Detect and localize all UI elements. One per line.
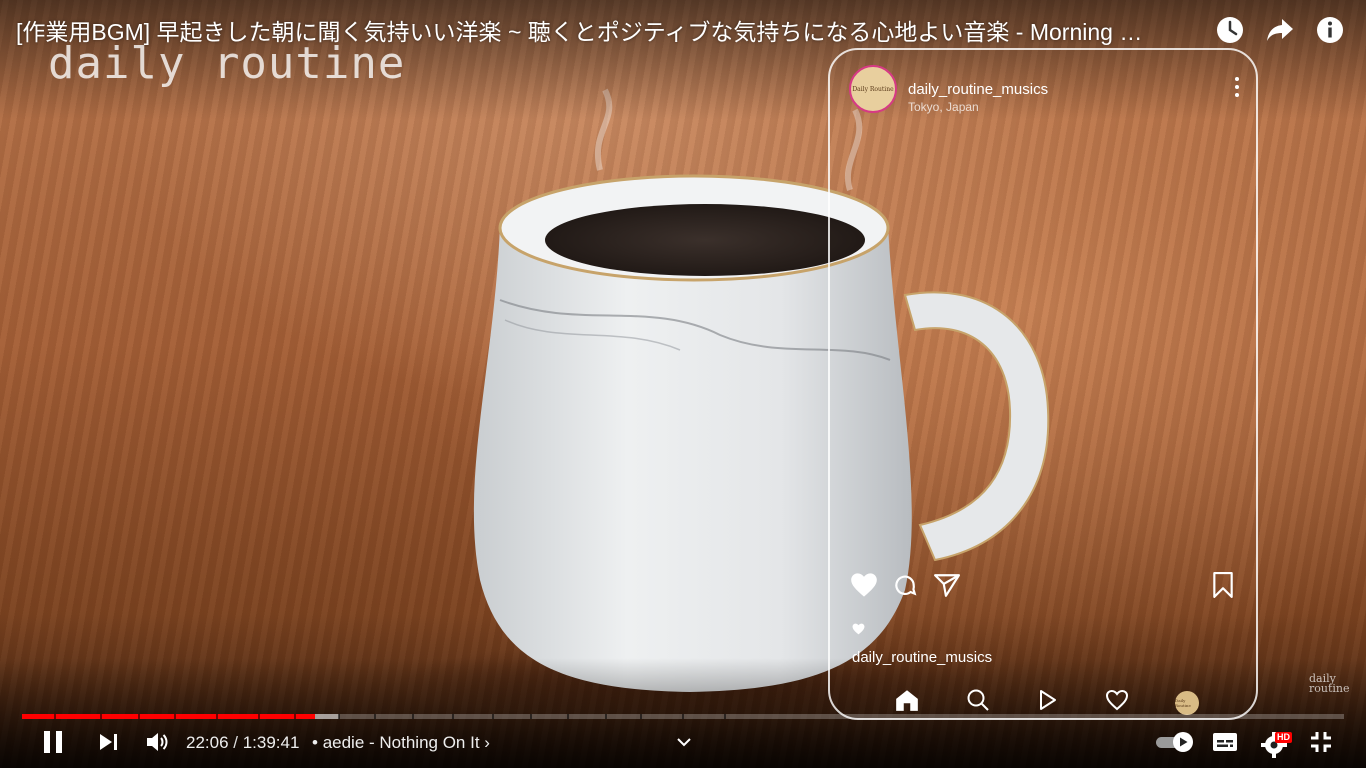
home-icon: [894, 688, 920, 717]
reels-icon: [1037, 688, 1059, 717]
chapter-gap-17: [724, 714, 726, 719]
settings-button[interactable]: HD: [1258, 728, 1292, 760]
current-time: 22:06: [186, 733, 229, 752]
progress-bar[interactable]: [22, 714, 1344, 719]
autoplay-icon: [1155, 731, 1195, 758]
next-button[interactable]: [92, 728, 126, 760]
instagram-caption-username: daily_routine_musics: [852, 649, 993, 666]
chapter-gap-13: [567, 714, 569, 719]
duration: 1:39:41: [242, 733, 300, 752]
corner-channel-logo: daily routine: [1309, 673, 1350, 695]
share-button[interactable]: [1262, 14, 1298, 50]
video-frame[interactable]: daily routine Daily Routine daily_routin…: [0, 0, 1366, 768]
exit-fullscreen-button[interactable]: [1304, 728, 1338, 760]
instagram-bottom-nav: Daily Routine: [894, 688, 1199, 717]
chapter-gap-16: [682, 714, 684, 719]
watch-later-icon: [1215, 15, 1245, 50]
chapter-gap-6: [294, 714, 296, 719]
volume-icon: [145, 731, 169, 758]
instagram-avatar: Daily Routine: [849, 65, 897, 113]
chapter-markers: [54, 714, 726, 719]
chapter-gap-0: [54, 714, 56, 719]
hd-badge: HD: [1275, 732, 1292, 743]
profile-avatar: Daily Routine: [1175, 690, 1199, 715]
mute-button[interactable]: [140, 728, 174, 760]
heart-icon: [850, 572, 878, 603]
chapter-gap-2: [138, 714, 140, 719]
video-title[interactable]: [作業用BGM] 早起きした朝に聞く気持いい洋楽 ~ 聴くとポジティブな気持ちに…: [16, 17, 1201, 47]
pause-button[interactable]: [36, 728, 70, 760]
bookmark-icon: [1212, 572, 1234, 603]
gear-icon: HD: [1261, 730, 1292, 758]
chapter-gap-11: [492, 714, 494, 719]
corner-logo-line2: routine: [1309, 682, 1350, 695]
chapter-gap-4: [216, 714, 218, 719]
chapter-title: aedie - Nothing On It: [322, 733, 480, 752]
share-icon: [1265, 17, 1295, 48]
more-vertical-icon: [1234, 76, 1240, 103]
chapter-gap-9: [412, 714, 414, 719]
small-heart-icon: [852, 622, 865, 640]
comment-icon: [892, 572, 918, 603]
chapter-gap-12: [530, 714, 532, 719]
time-display: 22:06 / 1:39:41: [186, 733, 299, 753]
chapter-gap-8: [374, 714, 376, 719]
time-separator: /: [228, 733, 243, 752]
send-icon: [932, 572, 962, 603]
chapter-gap-10: [452, 714, 454, 719]
chapter-gap-15: [640, 714, 642, 719]
chevron-down-icon: [676, 735, 692, 753]
info-icon: [1315, 15, 1345, 50]
instagram-location: Tokyo, Japan: [908, 100, 979, 114]
activity-heart-icon: [1105, 689, 1129, 716]
chapter-chevron: ›: [484, 733, 490, 752]
subtitles-icon: [1212, 732, 1238, 757]
watch-later-button[interactable]: [1212, 14, 1248, 50]
instagram-avatar-text: Daily Routine: [852, 85, 894, 93]
pause-icon: [42, 730, 64, 759]
top-actions: [1212, 14, 1348, 50]
chapter-gap-3: [174, 714, 176, 719]
player-controls: 22:06 / 1:39:41 • aedie - Nothing On It …: [0, 724, 1366, 764]
info-button[interactable]: [1312, 14, 1348, 50]
profile-avatar-text: Daily Routine: [1175, 697, 1191, 708]
chapter-gap-5: [258, 714, 260, 719]
skip-next-icon: [98, 732, 120, 757]
chapter-gap-1: [100, 714, 102, 719]
chapter-gap-14: [605, 714, 607, 719]
chapter-bullet: •: [312, 733, 318, 752]
instagram-overlay-frame: Daily Routine daily_routine_musics Tokyo…: [828, 48, 1258, 720]
expand-description-button[interactable]: [670, 728, 698, 760]
autoplay-toggle[interactable]: [1154, 728, 1196, 760]
subtitles-button[interactable]: [1208, 728, 1242, 760]
chapter-gap-7: [338, 714, 340, 719]
search-icon: [966, 688, 990, 717]
exit-fullscreen-icon: [1310, 731, 1332, 758]
chapter-button[interactable]: • aedie - Nothing On It ›: [312, 733, 490, 753]
instagram-username: daily_routine_musics: [908, 81, 1049, 98]
